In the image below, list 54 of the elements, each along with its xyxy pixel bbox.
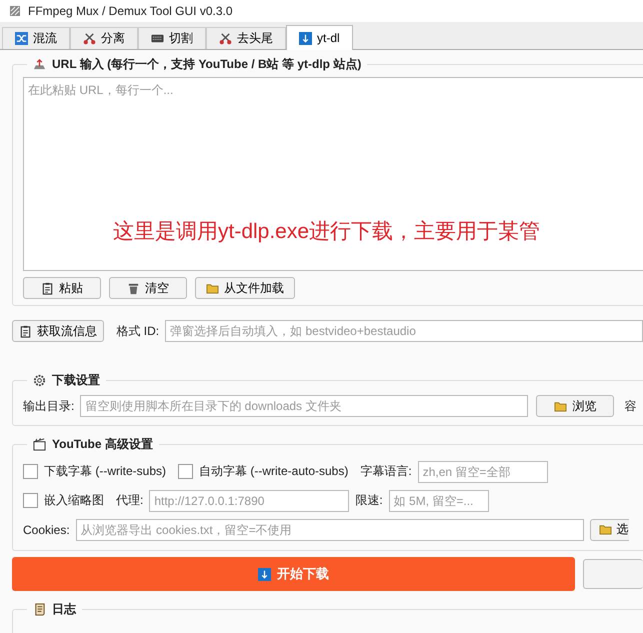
scissors-icon: [83, 32, 96, 45]
subtitle-language-field[interactable]: zh,en 留空=全部: [418, 460, 548, 482]
secondary-button[interactable]: [583, 559, 643, 589]
tab[interactable]: yt-dl: [286, 25, 353, 50]
download-icon: [258, 568, 271, 580]
trash-icon: [127, 282, 140, 294]
checkbox[interactable]: [23, 493, 38, 508]
action-button[interactable]: 粘贴: [23, 277, 101, 299]
group-title: 下载设置: [27, 372, 106, 389]
shuffle-icon: [15, 32, 28, 45]
output-dir-label: 输出目录:: [23, 398, 74, 414]
scroll-icon: [33, 603, 46, 616]
checkbox-label: 自动字幕 (--write-auto-subs): [199, 463, 348, 480]
tab[interactable]: 去头尾: [206, 27, 286, 49]
checkbox-label: 下载字幕 (--write-subs): [44, 463, 166, 480]
browse-button[interactable]: 浏览: [536, 395, 614, 417]
subtitle-language-label: 字幕语言:: [360, 463, 412, 480]
checkbox-label: 嵌入缩略图: [44, 492, 104, 509]
cookies-label: Cookies:: [23, 522, 70, 536]
download-icon: [299, 32, 312, 44]
action-button[interactable]: 清空: [109, 277, 187, 299]
annotation-text: 这里是调用yt-dlp.exe进行下载，主要用于某管: [113, 219, 540, 245]
checkbox[interactable]: [23, 464, 38, 479]
app-icon: [10, 6, 20, 16]
tab[interactable]: 混流: [2, 27, 70, 49]
gear-icon: [33, 374, 46, 387]
folder-icon: [598, 523, 612, 536]
group-title: 日志: [27, 601, 82, 618]
rate-limit-field[interactable]: 如 5M, 留空=...: [388, 490, 489, 512]
format-label: 格式 ID:: [116, 322, 160, 340]
output-dir-field[interactable]: 留空则使用脚本所在目录下的 downloads 文件夹: [80, 395, 528, 417]
checkbox[interactable]: [178, 464, 193, 479]
format-id-field[interactable]: 弹窗选择后自动填入，如 bestvideo+bestaudio: [165, 320, 643, 342]
window-title: FFmpeg Mux / Demux Tool GUI v0.3.0: [28, 4, 233, 18]
clipboard-icon: [41, 282, 54, 294]
cut-label: 容: [624, 398, 636, 414]
keyboard-icon: [151, 32, 164, 45]
clipboard-icon: [19, 324, 32, 338]
stream-info-button[interactable]: 获取流信息: [12, 320, 104, 342]
folder-icon: [206, 282, 219, 294]
tab[interactable]: 分离: [70, 27, 138, 49]
upload-icon: [33, 58, 46, 71]
film-icon: [33, 438, 46, 451]
group-title: YouTube 高级设置: [27, 436, 159, 453]
cookies-field[interactable]: 从浏览器导出 cookies.txt，留空=不使用: [76, 518, 584, 540]
select-file-button[interactable]: 选: [590, 518, 629, 540]
rate-limit-label: 限速:: [355, 492, 383, 509]
proxy-label: 代理:: [116, 492, 144, 509]
action-button[interactable]: 从文件加载: [195, 277, 295, 299]
proxy-field[interactable]: http://127.0.0.1:7890: [149, 490, 350, 512]
group-title: URL 输入 (每行一个，支持 YouTube / B站 等 yt-dlp 站点): [27, 56, 368, 73]
scissors-icon: [219, 32, 232, 45]
folder-icon: [554, 400, 568, 412]
tab[interactable]: 切割: [138, 27, 206, 49]
